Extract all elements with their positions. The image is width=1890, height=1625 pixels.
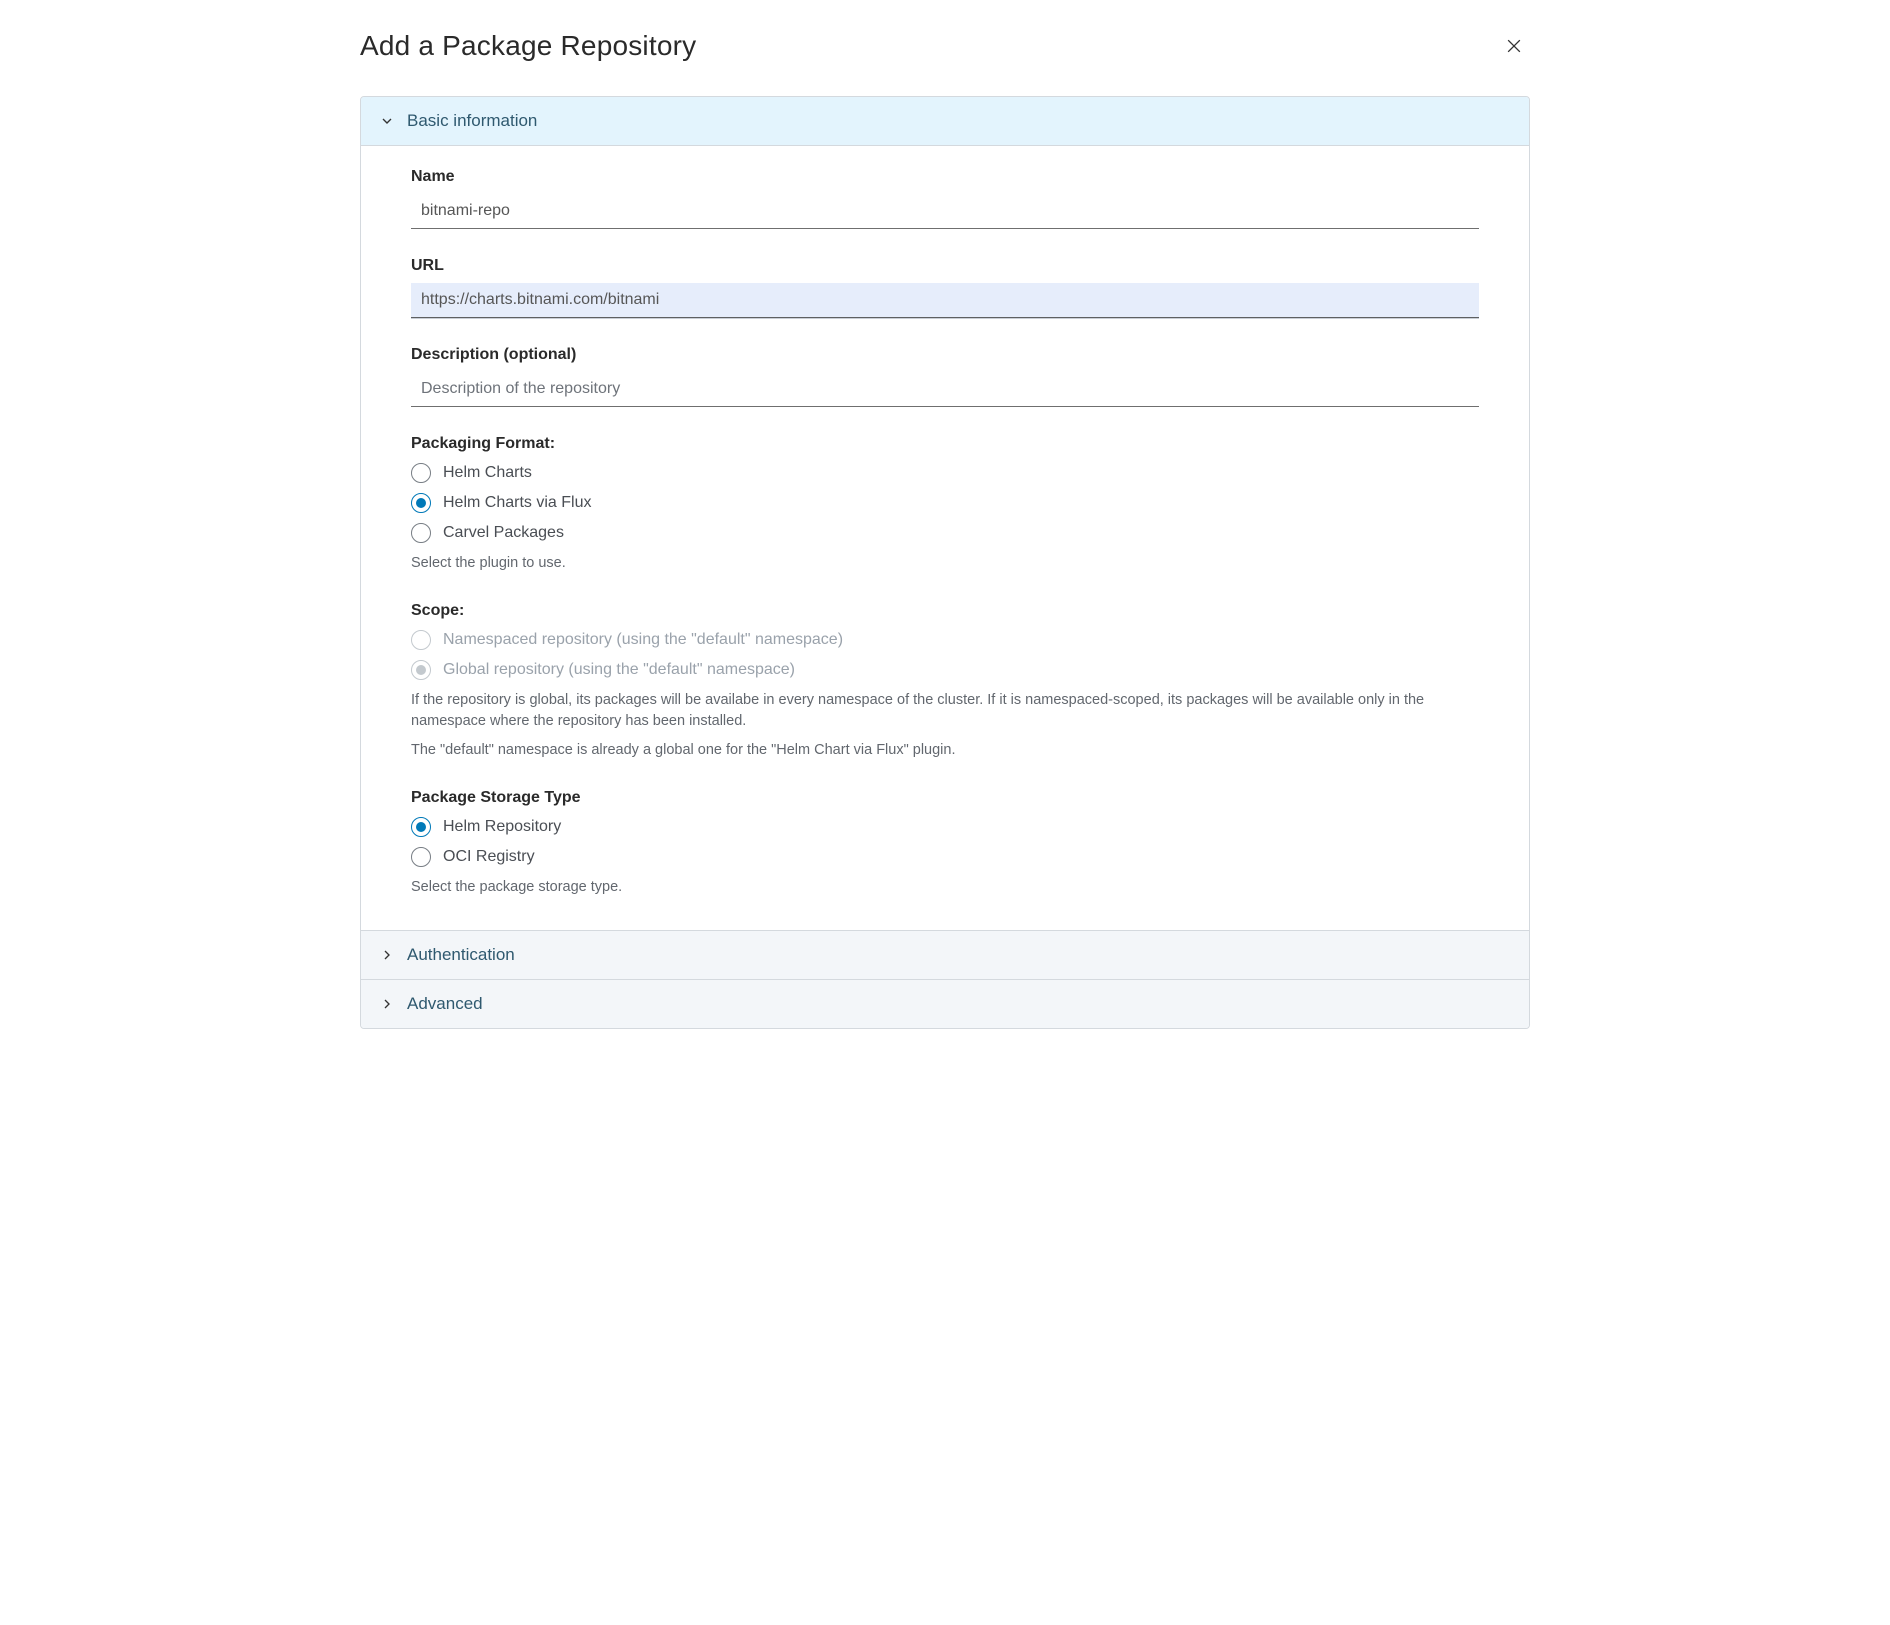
radio-label: Carvel Packages	[443, 524, 564, 542]
modal-title: Add a Package Repository	[360, 30, 696, 62]
hint-storage-type: Select the package storage type.	[411, 877, 1479, 898]
radio-icon	[411, 523, 431, 543]
label-url: URL	[411, 257, 1479, 275]
hint-scope-1: If the repository is global, its package…	[411, 690, 1479, 732]
section-header-advanced[interactable]: Advanced	[361, 979, 1529, 1028]
radio-label: Helm Repository	[443, 818, 561, 836]
radio-label: OCI Registry	[443, 848, 535, 866]
field-name: Name	[411, 168, 1479, 229]
radio-icon	[411, 660, 431, 680]
radio-icon	[411, 493, 431, 513]
close-button[interactable]	[1498, 30, 1530, 62]
label-scope: Scope:	[411, 602, 1479, 620]
field-scope: Scope: Namespaced repository (using the …	[411, 602, 1479, 761]
label-storage-type: Package Storage Type	[411, 789, 1479, 807]
radio-scope-global: Global repository (using the "default" n…	[411, 660, 1479, 680]
radio-helm-charts-flux[interactable]: Helm Charts via Flux	[411, 493, 1479, 513]
label-name: Name	[411, 168, 1479, 186]
field-description: Description (optional)	[411, 346, 1479, 407]
section-title-auth: Authentication	[407, 945, 515, 965]
radio-helm-charts[interactable]: Helm Charts	[411, 463, 1479, 483]
radio-carvel-packages[interactable]: Carvel Packages	[411, 523, 1479, 543]
description-input[interactable]	[411, 372, 1479, 407]
section-header-basic[interactable]: Basic information	[361, 97, 1529, 146]
modal-header: Add a Package Repository	[360, 24, 1530, 96]
accordion: Basic information Name URL Description (…	[360, 96, 1530, 1029]
hint-scope-2: The "default" namespace is already a glo…	[411, 740, 1479, 761]
radio-oci-registry[interactable]: OCI Registry	[411, 847, 1479, 867]
url-input[interactable]	[411, 283, 1479, 318]
radio-scope-namespaced: Namespaced repository (using the "defaul…	[411, 630, 1479, 650]
radio-icon	[411, 847, 431, 867]
section-title-advanced: Advanced	[407, 994, 483, 1014]
radio-label: Helm Charts via Flux	[443, 494, 591, 512]
section-header-auth[interactable]: Authentication	[361, 930, 1529, 979]
radio-icon	[411, 463, 431, 483]
radio-helm-repository[interactable]: Helm Repository	[411, 817, 1479, 837]
radio-label: Global repository (using the "default" n…	[443, 661, 795, 679]
name-input[interactable]	[411, 194, 1479, 229]
radio-label: Namespaced repository (using the "defaul…	[443, 631, 843, 649]
close-icon	[1504, 36, 1524, 56]
radio-icon	[411, 630, 431, 650]
add-package-repository-modal: Add a Package Repository Basic informati…	[360, 24, 1530, 1029]
label-packaging-format: Packaging Format:	[411, 435, 1479, 453]
chevron-down-icon	[379, 113, 395, 129]
radio-label: Helm Charts	[443, 464, 532, 482]
chevron-right-icon	[379, 996, 395, 1012]
section-body-basic: Name URL Description (optional) Packagin…	[361, 146, 1529, 930]
field-storage-type: Package Storage Type Helm Repository OCI…	[411, 789, 1479, 898]
field-packaging-format: Packaging Format: Helm Charts Helm Chart…	[411, 435, 1479, 574]
radio-icon	[411, 817, 431, 837]
hint-packaging-format: Select the plugin to use.	[411, 553, 1479, 574]
section-title-basic: Basic information	[407, 111, 537, 131]
field-url: URL	[411, 257, 1479, 318]
label-description: Description (optional)	[411, 346, 1479, 364]
chevron-right-icon	[379, 947, 395, 963]
